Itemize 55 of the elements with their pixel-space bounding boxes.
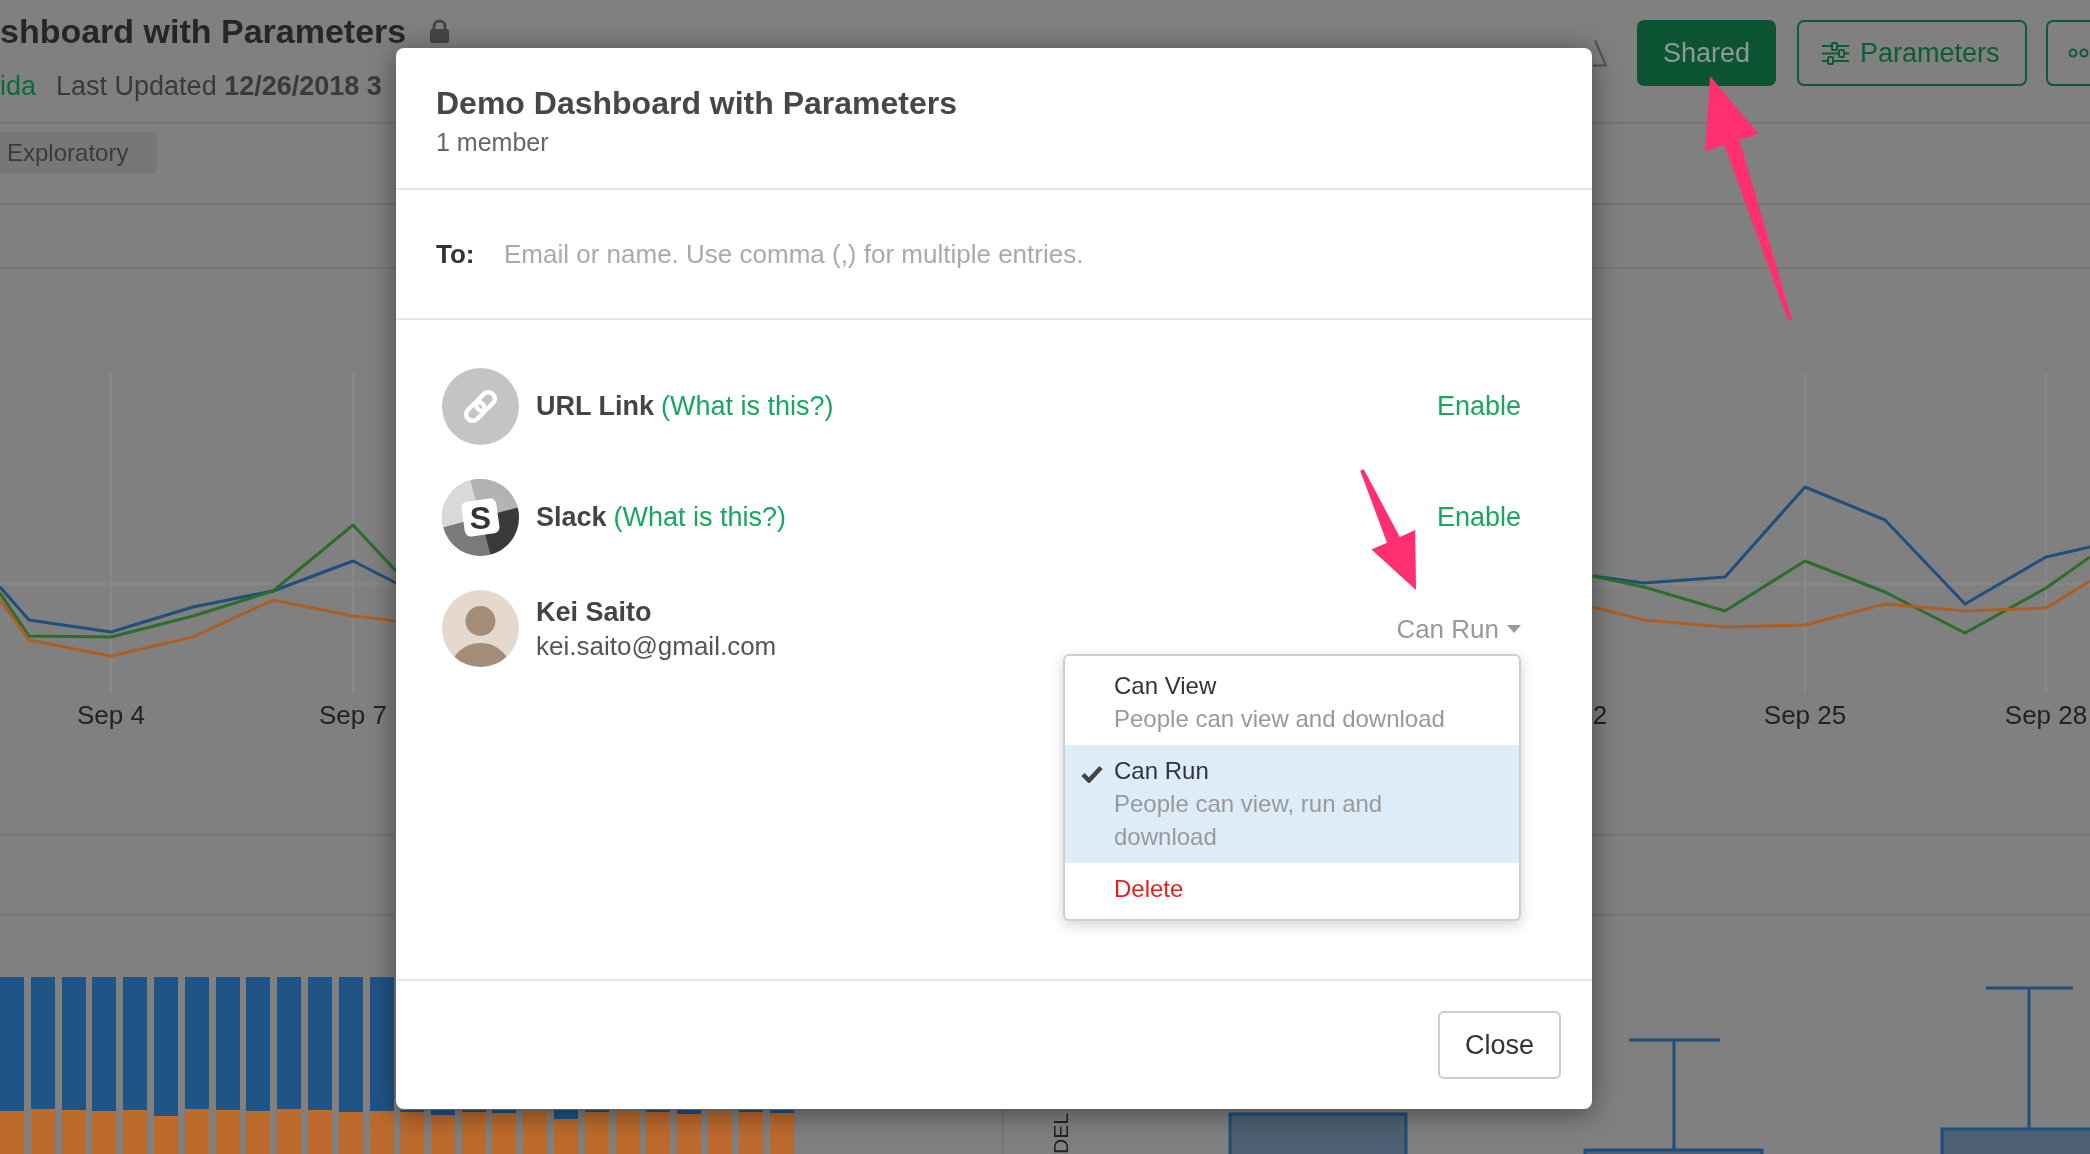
close-button[interactable]: Close: [1438, 1011, 1561, 1079]
axis-label: 2: [1592, 700, 1608, 730]
integration-name: Slack: [536, 502, 607, 533]
stacked-bar: [492, 1110, 516, 1154]
dialog-title: Demo Dashboard with Parameters: [436, 84, 959, 122]
integration-name: URL Link: [536, 391, 654, 422]
warning-icon[interactable]: [1593, 39, 1607, 67]
menu-item[interactable]: Can View People can view and download: [1065, 659, 1519, 745]
stacked-bar: [554, 1110, 578, 1154]
category-tag: Exploratory: [0, 132, 158, 174]
dashboard-title: shboard with Parameters: [0, 11, 407, 51]
enable-link[interactable]: Enable: [1436, 391, 1521, 422]
menu-item[interactable]: Can Run People can view, run and download: [1065, 744, 1519, 863]
stacked-bar: [708, 1111, 732, 1154]
option-description: People can view, run and download: [1114, 788, 1384, 852]
menu-item[interactable]: Delete: [1065, 862, 1519, 915]
last-updated: Last Updated 12/26/2018 3: [56, 70, 382, 102]
logo-icon: S: [442, 479, 519, 556]
sliders-icon: [1822, 41, 1849, 65]
axis-label: Sep 7: [319, 700, 387, 730]
option-label: Can View: [1114, 670, 1218, 701]
help-link[interactable]: (What is this?): [613, 502, 787, 533]
to-field[interactable]: Email or name. Use comma (,) for multiple entries.: [504, 234, 1552, 274]
stacked-bar: [646, 1110, 670, 1154]
stacked-bar: [585, 1110, 609, 1154]
option-label: Can Run: [1114, 755, 1210, 786]
stacked-bar: [431, 1110, 455, 1154]
author-link[interactable]: ida: [0, 70, 37, 102]
axis-title: DEL: [1049, 1113, 1072, 1154]
link-icon: [442, 368, 519, 445]
stacked-bar: [462, 1110, 486, 1154]
dots-icon: [2068, 47, 2090, 59]
stacked-bar: [677, 1110, 701, 1154]
option-label: Delete: [1114, 873, 1185, 904]
axis-label: Sep 28: [2004, 700, 2088, 730]
member-count: 1 member: [436, 127, 550, 157]
toolbar-button[interactable]: [2046, 20, 2090, 86]
stacked-bar: [770, 1110, 794, 1154]
to-label: To:: [436, 238, 476, 270]
permission-dropdown[interactable]: Can Run: [1396, 610, 1521, 647]
member-name: Kei Saito: [536, 595, 653, 629]
parameters-button[interactable]: Parameters: [1797, 20, 2027, 86]
option-description: People can view and download: [1114, 703, 1446, 734]
member-email: kei.saito@gmail.com: [536, 629, 777, 663]
stacked-bar: [523, 1111, 547, 1154]
stacked-bar: [616, 1111, 640, 1154]
shared-button[interactable]: Shared: [1637, 20, 1776, 86]
check-icon: [1081, 764, 1103, 783]
axis-label: Sep 4: [77, 700, 145, 730]
caret-icon: [1507, 624, 1521, 633]
stacked-bar: [739, 1110, 763, 1154]
stacked-bar: [400, 1110, 424, 1154]
axis-label: Sep 25: [1763, 700, 1847, 730]
help-link[interactable]: (What is this?): [661, 391, 834, 422]
enable-link[interactable]: Enable: [1436, 502, 1521, 533]
